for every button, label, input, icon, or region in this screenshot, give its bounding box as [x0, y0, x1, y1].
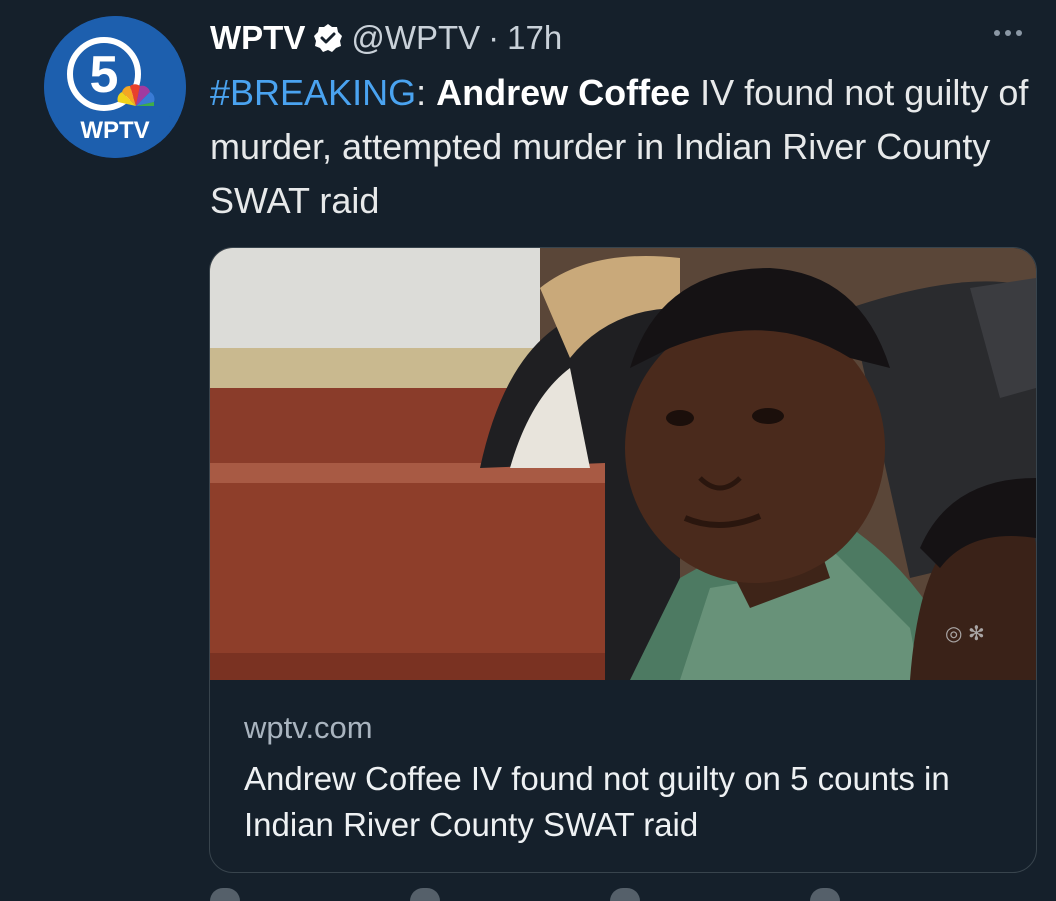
separator-dot: ·: [488, 19, 500, 56]
account-handle[interactable]: @WPTV: [351, 19, 480, 57]
tweet-text: #BREAKING: Andrew Coffee IV found not gu…: [210, 66, 1040, 228]
reply-icon[interactable]: [210, 888, 240, 901]
card-domain: wptv.com: [244, 710, 373, 745]
tweet-timestamp[interactable]: 17h: [507, 19, 562, 57]
hashtag-link[interactable]: #BREAKING: [210, 72, 416, 113]
card-title: Andrew Coffee IV found not guilty on 5 c…: [244, 760, 950, 843]
tweet-header: WPTV @WPTV · 17h: [210, 14, 562, 62]
tweet-bold-name: Andrew Coffee: [436, 72, 691, 113]
more-dot: [994, 30, 1000, 36]
verified-badge-icon: [313, 23, 343, 53]
more-options-icon[interactable]: [986, 18, 1030, 48]
more-dot: [1016, 30, 1022, 36]
share-icon[interactable]: [810, 888, 840, 901]
account-name[interactable]: WPTV: [210, 19, 305, 57]
action-bar-peek: [210, 888, 1030, 901]
card-image: ◎ ✻: [210, 248, 1036, 680]
more-dot: [1005, 30, 1011, 36]
svg-text:WPTV: WPTV: [80, 117, 149, 144]
svg-text:◎ ✻: ◎ ✻: [945, 623, 985, 645]
like-icon[interactable]: [610, 888, 640, 901]
svg-text:5: 5: [90, 46, 119, 104]
wptv-logo-icon: 5 WPTV: [44, 16, 186, 158]
avatar[interactable]: 5 WPTV: [44, 16, 186, 158]
retweet-icon[interactable]: [410, 888, 440, 901]
link-card[interactable]: ◎ ✻ wptv.com Andrew Coffee IV found not …: [209, 247, 1037, 873]
tweet-colon: :: [416, 72, 427, 113]
